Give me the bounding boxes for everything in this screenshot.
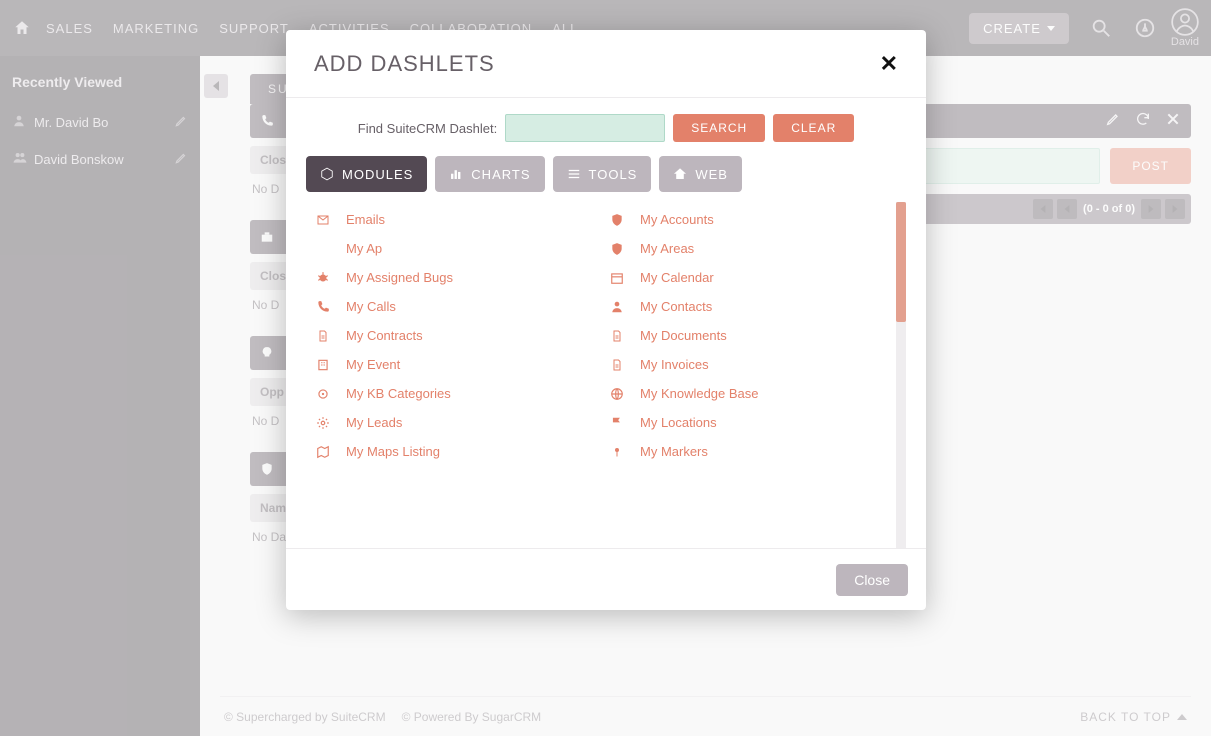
dashlet-item[interactable]: My Assigned Bugs: [314, 270, 592, 285]
cube-icon: [320, 167, 334, 181]
dashlet-list: Emails My Ap My Assigned Bugs My Calls My Co…: [306, 202, 906, 548]
dashlet-icon: [314, 214, 332, 226]
dashlet-label: My Leads: [346, 415, 402, 430]
dashlet-icon: [314, 271, 332, 285]
dashlet-label: My Contacts: [640, 299, 712, 314]
dashlet-icon: [314, 358, 332, 372]
dashlet-icon: [608, 445, 626, 459]
dashlet-label: My Knowledge Base: [640, 386, 759, 401]
tab-modules[interactable]: MODULES: [306, 156, 427, 192]
dashlet-icon: [314, 445, 332, 459]
dashlet-icon: [314, 387, 332, 401]
home-icon: [673, 167, 687, 181]
dashlet-icon: [608, 300, 626, 314]
dashlet-item[interactable]: Emails: [314, 212, 592, 227]
find-dashlet-input[interactable]: [505, 114, 665, 142]
dashlet-item[interactable]: My Contracts: [314, 328, 592, 343]
dashlet-item[interactable]: My Documents: [608, 328, 886, 343]
dashlet-icon: [608, 329, 626, 343]
scrollbar-thumb[interactable]: [896, 202, 906, 322]
dashlet-item[interactable]: My Markers: [608, 444, 886, 459]
dashlet-label: My Event: [346, 357, 400, 372]
find-dashlet-label: Find SuiteCRM Dashlet:: [358, 121, 497, 136]
dashlet-label: My Ap: [346, 241, 382, 256]
dashlet-icon: [608, 242, 626, 256]
dashlet-item[interactable]: My Locations: [608, 415, 886, 430]
dashlet-item[interactable]: My Areas: [608, 241, 886, 256]
tab-charts[interactable]: CHARTS: [435, 156, 544, 192]
dashlet-icon: [608, 387, 626, 401]
dashlet-label: My Maps Listing: [346, 444, 440, 459]
dashlet-icon: [608, 416, 626, 430]
dashlet-item[interactable]: My Knowledge Base: [608, 386, 886, 401]
dashlet-label: My Markers: [640, 444, 708, 459]
dashlet-label: My Documents: [640, 328, 727, 343]
modal-title: ADD DASHLETS: [314, 51, 495, 77]
dashlet-icon: [314, 300, 332, 314]
dashlet-label: My Calendar: [640, 270, 714, 285]
dashlet-icon: [608, 213, 626, 227]
dashlet-label: My Contracts: [346, 328, 423, 343]
dashlet-item[interactable]: My Contacts: [608, 299, 886, 314]
tab-web[interactable]: WEB: [659, 156, 742, 192]
dashlet-item[interactable]: My Calls: [314, 299, 592, 314]
dashlet-label: My Areas: [640, 241, 694, 256]
dashlet-item[interactable]: My Maps Listing: [314, 444, 592, 459]
dashlet-label: My Invoices: [640, 357, 709, 372]
bar-chart-icon: [449, 167, 463, 181]
dashlet-item[interactable]: My Accounts: [608, 212, 886, 227]
dashlet-item[interactable]: My Calendar: [608, 270, 886, 285]
dashlet-item[interactable]: My Ap: [314, 241, 592, 256]
dashlet-icon: [314, 329, 332, 343]
dashlet-icon: [608, 271, 626, 285]
tools-icon: [567, 167, 581, 181]
dashlet-icon: [314, 416, 332, 430]
dashlet-label: My KB Categories: [346, 386, 451, 401]
dashlet-label: My Calls: [346, 299, 396, 314]
dashlet-label: My Accounts: [640, 212, 714, 227]
dashlet-item[interactable]: My Invoices: [608, 357, 886, 372]
dashlet-label: My Assigned Bugs: [346, 270, 453, 285]
dashlet-icon: [608, 358, 626, 372]
dashlet-item[interactable]: My Leads: [314, 415, 592, 430]
dashlet-label: My Locations: [640, 415, 717, 430]
add-dashlets-modal: ADD DASHLETS ✕ Find SuiteCRM Dashlet: SE…: [286, 30, 926, 610]
clear-button[interactable]: CLEAR: [773, 114, 854, 142]
dashlet-item[interactable]: My Event: [314, 357, 592, 372]
dashlet-item[interactable]: My KB Categories: [314, 386, 592, 401]
dashlet-label: Emails: [346, 212, 385, 227]
modal-close-x[interactable]: ✕: [880, 51, 898, 77]
modal-close-button[interactable]: Close: [836, 564, 908, 596]
tab-tools[interactable]: TOOLS: [553, 156, 652, 192]
search-button[interactable]: SEARCH: [673, 114, 765, 142]
